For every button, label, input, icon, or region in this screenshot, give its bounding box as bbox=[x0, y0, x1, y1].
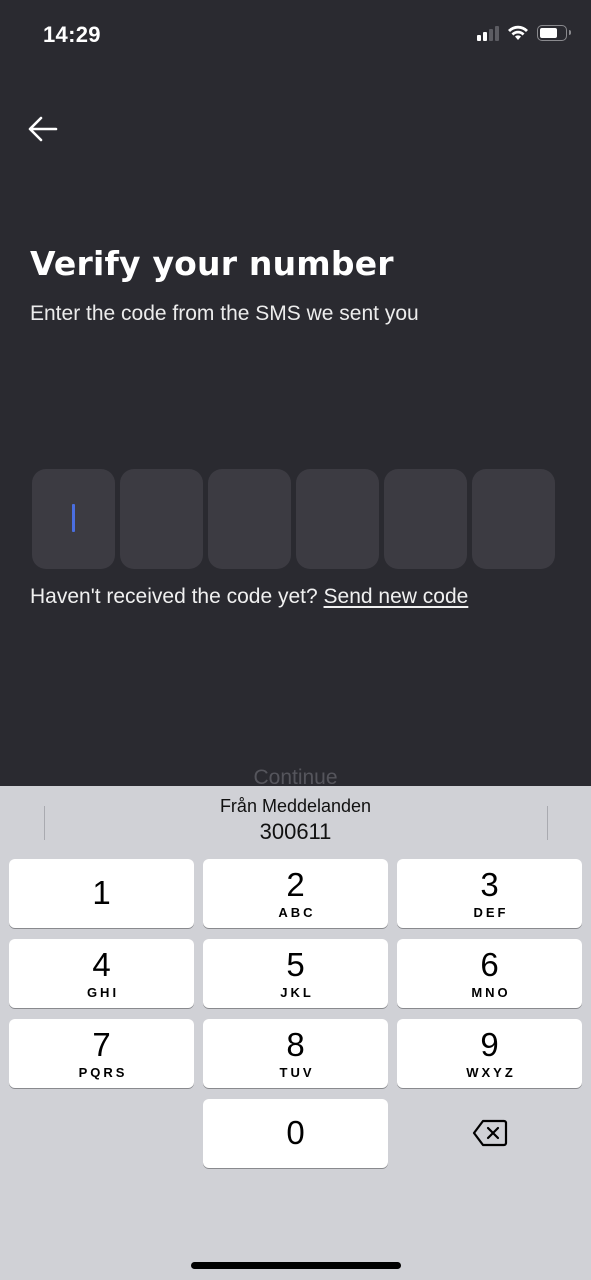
key-7[interactable]: 7 PQRS bbox=[9, 1019, 194, 1088]
key-digit: 4 bbox=[92, 946, 111, 983]
status-bar: 14:29 bbox=[0, 0, 591, 70]
arrow-left-icon bbox=[28, 116, 58, 142]
delete-backward-icon bbox=[472, 1119, 507, 1146]
keyboard-suggestion-bar: Från Meddelanden 300611 bbox=[0, 786, 591, 852]
code-digit-input-2[interactable] bbox=[120, 469, 203, 569]
text-cursor bbox=[72, 504, 75, 532]
numeric-keyboard: Från Meddelanden 300611 1 2 ABC 3 DEF 4 … bbox=[0, 786, 591, 1280]
resend-prompt: Haven't received the code yet? bbox=[30, 585, 318, 608]
page-title: Verify your number bbox=[30, 244, 394, 283]
suggestion-divider bbox=[547, 806, 548, 840]
home-indicator[interactable] bbox=[191, 1262, 401, 1269]
key-1[interactable]: 1 bbox=[9, 859, 194, 928]
key-digit: 9 bbox=[480, 1026, 499, 1063]
suggestion-code: 300611 bbox=[259, 819, 332, 844]
send-new-code-link[interactable]: Send new code bbox=[324, 585, 469, 608]
key-letters: DEF bbox=[473, 905, 509, 920]
back-button[interactable] bbox=[26, 112, 62, 146]
page-subtitle: Enter the code from the SMS we sent you bbox=[30, 302, 419, 325]
key-digit: 3 bbox=[480, 866, 499, 903]
key-letters: JKL bbox=[280, 985, 314, 1000]
key-digit: 6 bbox=[480, 946, 499, 983]
key-digit: 8 bbox=[286, 1026, 305, 1063]
key-5[interactable]: 5 JKL bbox=[203, 939, 388, 1008]
cellular-signal-icon bbox=[477, 25, 499, 41]
key-letters: MNO bbox=[471, 985, 511, 1000]
key-digit: 0 bbox=[286, 1114, 305, 1151]
status-icons bbox=[477, 25, 571, 41]
key-digit: 1 bbox=[92, 874, 111, 911]
code-digit-input-5[interactable] bbox=[384, 469, 467, 569]
status-time: 14:29 bbox=[43, 22, 101, 47]
key-digit: 7 bbox=[92, 1026, 111, 1063]
resend-row: Haven't received the code yet? Send new … bbox=[30, 585, 468, 609]
key-letters: ABC bbox=[278, 905, 316, 920]
code-digit-input-1[interactable] bbox=[32, 469, 115, 569]
verification-code-input[interactable] bbox=[32, 469, 555, 569]
key-letters: PQRS bbox=[78, 1065, 128, 1080]
code-digit-input-6[interactable] bbox=[472, 469, 555, 569]
key-8[interactable]: 8 TUV bbox=[203, 1019, 388, 1088]
key-letters: TUV bbox=[279, 1065, 315, 1080]
key-9[interactable]: 9 WXYZ bbox=[397, 1019, 582, 1088]
key-digit: 2 bbox=[286, 866, 305, 903]
key-digit: 5 bbox=[286, 946, 305, 983]
battery-icon bbox=[537, 25, 571, 41]
key-2[interactable]: 2 ABC bbox=[203, 859, 388, 928]
key-6[interactable]: 6 MNO bbox=[397, 939, 582, 1008]
key-4[interactable]: 4 GHI bbox=[9, 939, 194, 1008]
key-letters: WXYZ bbox=[466, 1065, 516, 1080]
wifi-icon bbox=[508, 25, 528, 40]
backspace-key[interactable] bbox=[397, 1098, 582, 1167]
key-3[interactable]: 3 DEF bbox=[397, 859, 582, 928]
autofill-code-suggestion[interactable]: Från Meddelanden 300611 bbox=[45, 796, 546, 845]
key-0[interactable]: 0 bbox=[203, 1099, 388, 1168]
code-digit-input-3[interactable] bbox=[208, 469, 291, 569]
key-letters: GHI bbox=[86, 985, 120, 1000]
code-digit-input-4[interactable] bbox=[296, 469, 379, 569]
suggestion-source: Från Meddelanden bbox=[219, 796, 372, 816]
